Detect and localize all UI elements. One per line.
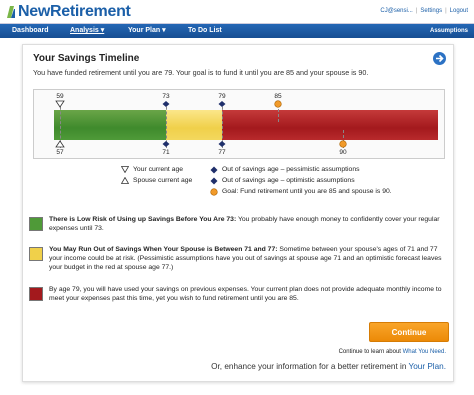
savings-timeline: 59 73 79 85 57 71 77 90	[33, 89, 445, 159]
user-email[interactable]: CJ@sensi...	[380, 8, 412, 14]
logo-icon	[6, 5, 15, 19]
brand-logo[interactable]: NewRetirement	[6, 3, 131, 20]
down-triangle-icon	[121, 166, 129, 173]
goal-circle-icon	[210, 187, 218, 196]
legend-goal: Goal: Fund retirement until you are 85 a…	[210, 186, 392, 197]
info-low-risk: There is Low Risk of Using up Savings Be…	[27, 215, 447, 239]
pessimistic-marker-spouse	[162, 141, 170, 147]
legend-spouse-age: Spouse current age	[121, 175, 192, 186]
info-medium-risk-heading: You May Run Out of Savings When Your Spo…	[49, 246, 278, 253]
optimistic-diamond-icon	[210, 177, 218, 184]
timeline-markers	[55, 100, 347, 148]
legend-optimistic: Out of savings age – optimistic assumpti…	[210, 175, 392, 186]
nav-your-plan[interactable]: Your Plan ▾	[128, 24, 166, 38]
enhance-line: Or, enhance your information for a bette…	[211, 362, 446, 371]
pessimistic-marker-you	[162, 101, 170, 107]
your-age-marker	[55, 100, 65, 108]
logout-link[interactable]: Logout	[450, 8, 468, 14]
your-plan-link[interactable]: Your Plan.	[409, 362, 446, 371]
legend-spouse-age-label: Spouse current age	[133, 177, 193, 184]
legend-ages: Your current age Spouse current age	[121, 164, 192, 186]
spouse-age-marker	[55, 140, 65, 148]
continue-button[interactable]: Continue	[369, 322, 449, 342]
main-nav: Dashboard Analysis ▾ Your Plan ▾ To Do L…	[0, 24, 474, 38]
green-zone-icon	[29, 217, 43, 231]
up-triangle-icon	[121, 177, 129, 184]
next-arrow-icon[interactable]	[433, 52, 446, 65]
timeline-summary: You have funded retirement until you are…	[33, 68, 369, 77]
info-low-risk-heading: There is Low Risk of Using up Savings Be…	[49, 216, 237, 223]
legend-goal-label: Goal: Fund retirement until you are 85 a…	[222, 188, 392, 195]
optimistic-marker-you	[218, 101, 226, 107]
settings-link[interactable]: Settings	[420, 8, 442, 14]
legend-optimistic-label: Out of savings age – optimistic assumpti…	[222, 177, 355, 184]
info-medium-risk: You May Run Out of Savings When Your Spo…	[27, 245, 447, 281]
info-high-risk-body: By age 79, you will have used your savin…	[49, 286, 442, 302]
nav-todo-list[interactable]: To Do List	[188, 24, 222, 38]
pessimistic-diamond-icon	[210, 166, 218, 173]
what-you-need-link[interactable]: What You Need.	[403, 349, 446, 355]
legend-pessimistic-label: Out of savings age – pessimistic assumpt…	[222, 166, 360, 173]
legend-your-age: Your current age	[121, 164, 192, 175]
nav-analysis[interactable]: Analysis ▾	[70, 24, 104, 38]
goal-marker-you	[274, 100, 282, 108]
enhance-prefix: Or, enhance your information for a bette…	[211, 362, 409, 371]
legend-pessimistic: Out of savings age – pessimistic assumpt…	[210, 164, 392, 175]
info-high-risk-text: By age 79, you will have used your savin…	[49, 285, 445, 303]
info-low-risk-text: There is Low Risk of Using up Savings Be…	[49, 215, 445, 233]
legend-your-age-label: Your current age	[133, 166, 184, 173]
page-title: Your Savings Timeline	[33, 53, 140, 64]
nav-dashboard[interactable]: Dashboard	[12, 24, 49, 38]
brand-name: NewRetirement	[18, 3, 131, 20]
info-medium-risk-text: You May Run Out of Savings When Your Spo…	[49, 245, 445, 272]
user-menu: CJ@sensi... | Settings | Logout	[380, 8, 468, 14]
yellow-zone-icon	[29, 247, 43, 261]
goal-marker-spouse	[339, 140, 347, 148]
nav-assumptions[interactable]: Assumptions	[430, 24, 468, 38]
learn-more-line: Continue to learn about What You Need.	[339, 349, 446, 355]
learn-prefix: Continue to learn about	[338, 349, 403, 355]
info-high-risk: By age 79, you will have used your savin…	[27, 285, 447, 309]
optimistic-marker-spouse	[218, 141, 226, 147]
app-header: NewRetirement CJ@sensi... | Settings | Logou…	[0, 0, 474, 24]
savings-timeline-panel: Your Savings Timeline You have funded re…	[22, 44, 454, 382]
red-zone-icon	[29, 287, 43, 301]
legend-markers: Out of savings age – pessimistic assumpt…	[210, 164, 392, 197]
